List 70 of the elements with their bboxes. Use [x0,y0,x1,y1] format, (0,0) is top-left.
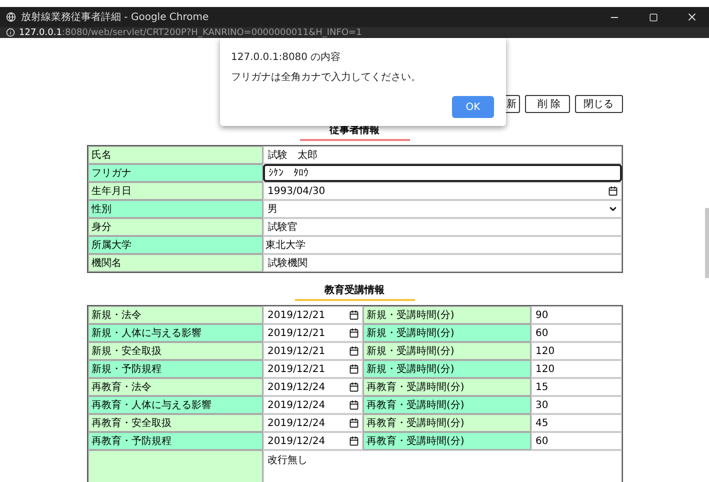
date-field[interactable]: 1993/04/30 [262,182,622,200]
field-label: 氏名 [88,146,262,164]
field-label: 新規・受講時間(分) [362,342,530,360]
input-field[interactable]: 45 [530,414,622,432]
select-field[interactable]: 男 [262,200,622,218]
input-field[interactable]: 60 [530,324,622,342]
calendar-icon [608,186,618,196]
field-label: 新規・受講時間(分) [362,324,530,342]
field-label: 新規・人体に与える影響 [88,324,262,342]
input-field[interactable]: ｼｹﾝ ﾀﾛｳ [262,164,622,182]
field-label: 新規・受講時間(分) [362,306,530,324]
field-label: 再教育・法令 [88,378,262,396]
date-field[interactable]: 2019/12/21 [262,306,362,324]
calendar-icon [348,346,358,356]
field-label: 再教育・受講時間(分) [362,396,530,414]
url-host: 127.0.0.1 [19,28,62,38]
calendar-icon [348,400,358,410]
chevron-down-icon [608,204,618,214]
calendar-icon [348,382,358,392]
info-icon [6,28,15,37]
calendar-icon [348,436,358,446]
dialog-title: 127.0.0.1:8080 の内容 [231,50,342,64]
input-field[interactable]: 120 [530,360,622,378]
url-path: :8080/web/servlet/CRT200P?H_KANRINO=0000000011&H_INFO=1 [62,28,362,38]
date-field[interactable]: 2019/12/21 [262,342,362,360]
field-label: 再教育・安全取扱 [88,414,262,432]
field-label: 生年月日 [88,182,262,200]
input-field[interactable]: 30 [530,396,622,414]
field-label: 再教育・人体に与える影響 [88,396,262,414]
page-button[interactable]: 削 除 [524,95,570,113]
date-field[interactable]: 2019/12/24 [262,432,362,450]
section-title: 教育受講情報 [294,279,414,301]
input-field[interactable]: 120 [530,342,622,360]
calendar-icon [348,364,358,374]
dialog-message: フリガナは全角カナで入力してください。 [231,70,422,84]
calendar-icon [348,310,358,320]
field-label: 性別 [88,200,262,218]
input-field[interactable]: 試験機関 [262,254,622,272]
date-field[interactable]: 2019/12/21 [262,324,362,342]
field-label: 機関名 [88,254,262,272]
field-label: 再教育・受講時間(分) [362,378,530,396]
field-label: 再教育・予防規程 [88,432,262,450]
field-label: 新規・受講時間(分) [362,360,530,378]
field-label: 新規・予防規程 [88,360,262,378]
input-field[interactable]: 試験官 [262,218,622,236]
field-label: 再教育・受講時間(分) [362,432,530,450]
date-field[interactable]: 2019/12/21 [262,360,362,378]
field-value: 東北大学 [262,236,622,254]
calendar-icon [348,328,358,338]
date-field[interactable]: 2019/12/24 [262,396,362,414]
page-button[interactable]: 閉じる [574,95,622,113]
close-icon [686,11,698,23]
input-field[interactable]: 試験 太郎 [262,146,622,164]
maximize-icon [648,12,658,22]
field-label: 所属大学 [88,236,262,254]
globe-icon [6,12,16,22]
remarks-field[interactable]: 改行無し [262,450,622,482]
date-field[interactable]: 2019/12/24 [262,414,362,432]
date-field[interactable]: 2019/12/24 [262,378,362,396]
field-label: 新規・法令 [88,306,262,324]
window-title: 放射線業務従事者詳細 - Google Chrome [21,10,210,24]
input-field[interactable]: 15 [530,378,622,396]
field-label: フリガナ [88,164,262,182]
field-label: 再教育・受講時間(分) [362,414,530,432]
calendar-icon [348,418,358,428]
field-label: 新規・安全取扱 [88,342,262,360]
input-field[interactable]: 60 [530,432,622,450]
input-field[interactable]: 90 [530,306,622,324]
field-label: 身分 [88,218,262,236]
scrollbar-thumb[interactable] [705,208,709,278]
